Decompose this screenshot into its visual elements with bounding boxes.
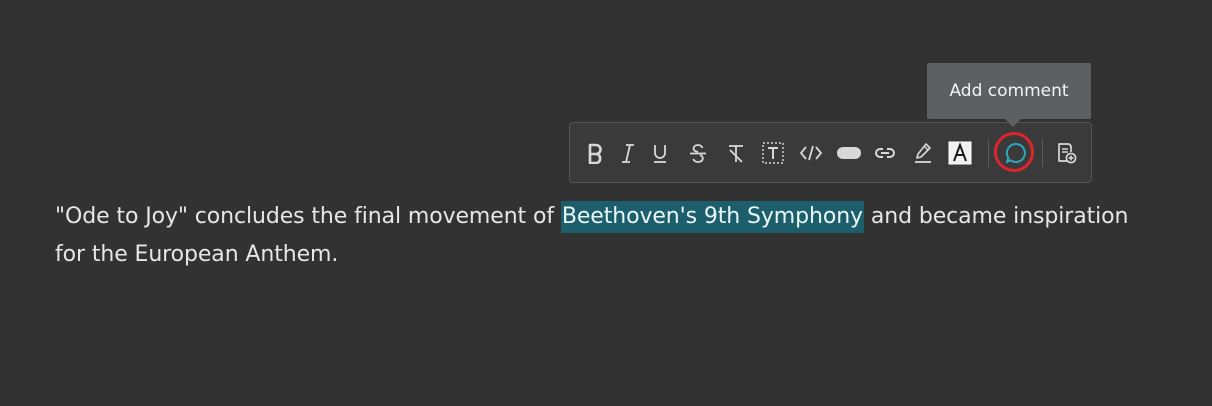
- inline-button[interactable]: [833, 137, 865, 169]
- text-box-icon: [761, 141, 785, 165]
- clear-formatting-button[interactable]: [720, 137, 752, 169]
- document-paragraph[interactable]: "Ode to Joy" concludes the final movemen…: [55, 198, 1165, 274]
- formatting-toolbar: [569, 122, 1092, 183]
- link-button[interactable]: [869, 137, 901, 169]
- font-color-button[interactable]: [944, 137, 976, 169]
- underline-icon: [649, 142, 671, 164]
- underline-button[interactable]: [644, 137, 676, 169]
- italic-icon: [617, 142, 639, 164]
- tooltip: Add comment: [927, 63, 1091, 119]
- highlighter-icon: [912, 141, 934, 165]
- strikethrough-icon: [687, 142, 709, 164]
- italic-button[interactable]: [612, 137, 644, 169]
- tooltip-arrow: [1004, 118, 1022, 127]
- font-color-icon: [948, 141, 972, 165]
- clear-formatting-icon: [725, 142, 747, 164]
- paragraph-text-before: "Ode to Joy" concludes the final movemen…: [55, 204, 561, 229]
- selected-text[interactable]: Beethoven's 9th Symphony: [560, 201, 864, 233]
- toolbar-divider: [1042, 139, 1043, 167]
- add-note-button[interactable]: [1050, 137, 1082, 169]
- pill-icon: [836, 142, 862, 164]
- tooltip-text: Add comment: [949, 81, 1069, 101]
- bold-button[interactable]: [579, 137, 611, 169]
- code-button[interactable]: [795, 137, 827, 169]
- code-icon: [799, 142, 823, 164]
- link-icon: [873, 142, 897, 164]
- add-comment-button[interactable]: [1000, 137, 1032, 169]
- text-box-button[interactable]: [757, 137, 789, 169]
- highlight-button[interactable]: [907, 137, 939, 169]
- comment-icon: [1004, 141, 1028, 165]
- note-add-icon: [1054, 141, 1078, 165]
- toolbar-divider: [988, 139, 989, 167]
- strikethrough-button[interactable]: [682, 137, 714, 169]
- bold-icon: [584, 142, 606, 164]
